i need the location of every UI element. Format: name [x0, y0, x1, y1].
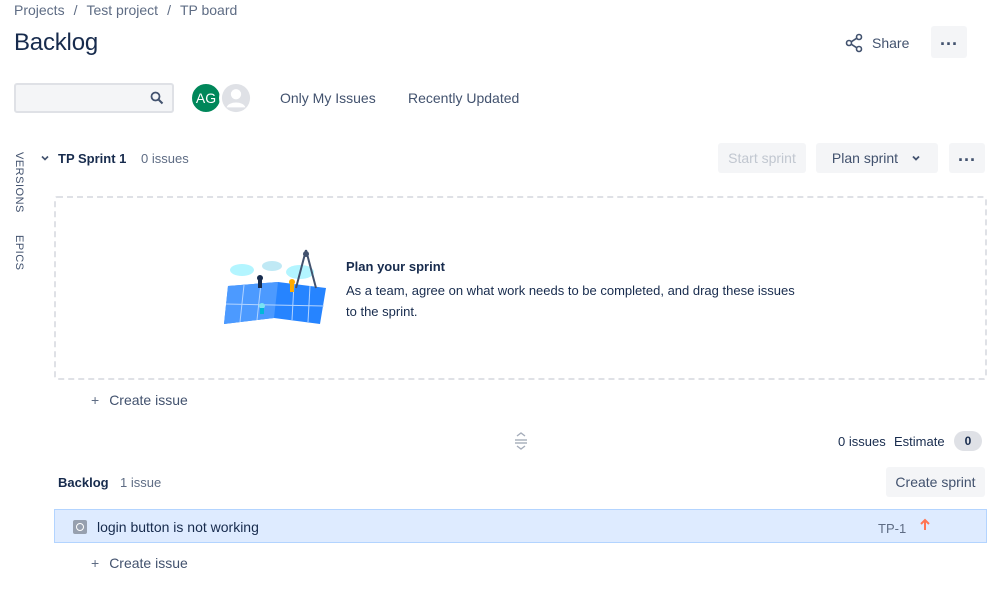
sprint-issues-summary: 0 issues [838, 434, 886, 449]
search-icon [150, 91, 164, 105]
chevron-down-icon [912, 155, 920, 161]
priority-high-icon [920, 518, 930, 530]
page-title: Backlog [14, 29, 98, 56]
avatar-unassigned[interactable] [219, 81, 253, 115]
plan-sprint-title: Plan your sprint [346, 259, 445, 274]
create-sprint-button[interactable]: Create sprint [886, 467, 985, 497]
breadcrumb-project[interactable]: Test project [86, 2, 158, 18]
share-icon [845, 33, 863, 53]
issue-summary: login button is not working [97, 519, 259, 535]
issue-type-icon [73, 520, 87, 534]
issue-key[interactable]: TP-1 [878, 521, 906, 536]
search-input[interactable] [16, 85, 146, 111]
start-sprint-button[interactable]: Start sprint [718, 143, 806, 173]
backlog-title: Backlog [58, 475, 109, 490]
tab-epics[interactable]: EPICS [13, 235, 25, 271]
plan-sprint-label: Plan sprint [831, 150, 899, 166]
filter-recently-updated[interactable]: Recently Updated [408, 90, 519, 106]
plan-sprint-button[interactable]: Plan sprint [816, 143, 938, 173]
plan-sprint-illustration [224, 249, 326, 324]
breadcrumb-board[interactable]: TP board [180, 2, 237, 18]
sprint-create-issue-button[interactable]: + Create issue [91, 392, 188, 408]
avatar[interactable]: AG [190, 82, 222, 114]
sprint-name: TP Sprint 1 [58, 151, 127, 166]
table-row[interactable]: login button is not working TP-1 [54, 509, 987, 543]
estimate-badge: 0 [954, 431, 982, 451]
sprint-issue-count: 0 issues [141, 151, 189, 166]
resize-handle-icon[interactable] [513, 432, 529, 450]
breadcrumb-separator: / [167, 2, 171, 18]
estimate-label: Estimate [894, 434, 945, 449]
sprint-more-button[interactable]: ... [949, 143, 985, 173]
backlog-issue-count: 1 issue [120, 475, 162, 490]
create-issue-label: Create issue [109, 555, 188, 571]
backlog-create-issue-button[interactable]: + Create issue [91, 555, 188, 571]
user-icon [221, 83, 251, 113]
breadcrumb-projects[interactable]: Projects [14, 2, 65, 18]
share-label: Share [872, 35, 910, 51]
start-sprint-label: Start sprint [728, 150, 796, 166]
search-box [14, 83, 174, 113]
more-icon: ... [939, 29, 958, 49]
tab-versions[interactable]: VERSIONS [13, 152, 25, 213]
create-issue-label: Create issue [109, 392, 188, 408]
plan-sprint-description: As a team, agree on what work needs to b… [346, 283, 795, 319]
create-sprint-label: Create sprint [895, 474, 976, 490]
chevron-down-icon[interactable] [39, 152, 51, 164]
plus-icon: + [91, 392, 100, 408]
breadcrumb-separator: / [73, 2, 78, 18]
filter-only-my-issues[interactable]: Only My Issues [280, 90, 376, 106]
breadcrumb: Projects / Test project / TP board [14, 2, 237, 18]
header-more-button[interactable]: ... [931, 26, 967, 58]
share-button[interactable]: Share [834, 27, 919, 59]
plus-icon: + [91, 555, 100, 571]
more-icon: ... [957, 145, 976, 165]
